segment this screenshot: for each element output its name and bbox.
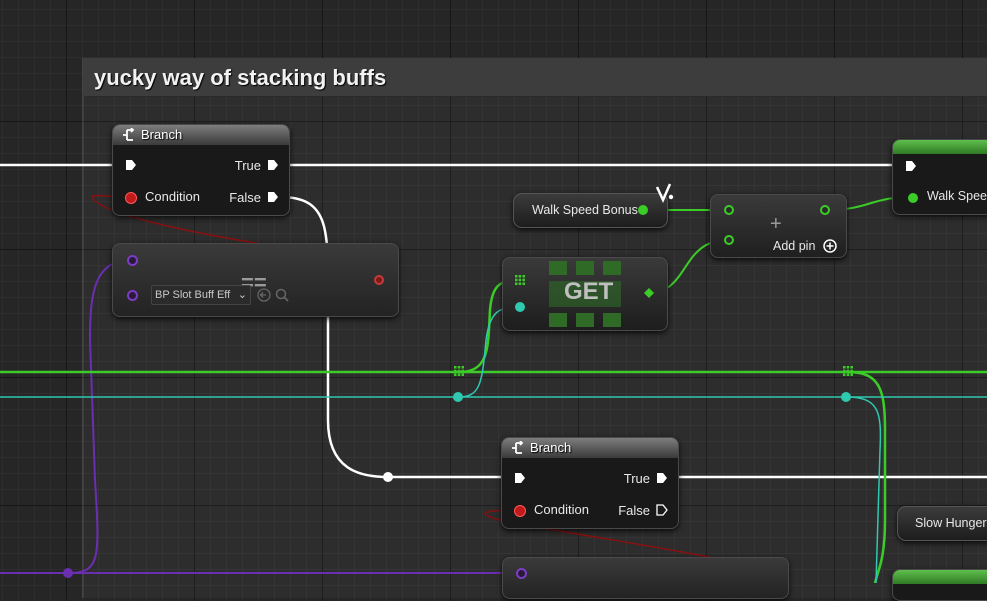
exec-false-pin[interactable] [656, 504, 668, 516]
arrow-left-icon[interactable] [257, 288, 271, 302]
exec-in-pin[interactable] [125, 159, 137, 171]
float-output-pin[interactable] [638, 205, 648, 215]
exec-wire-false [279, 195, 508, 479]
array-reroute-icon[interactable] [454, 366, 464, 376]
condition-label: Condition [145, 189, 200, 204]
condition-pin[interactable] [125, 192, 137, 204]
array-reroute-icon[interactable] [843, 366, 853, 376]
teal-wire-down [845, 396, 882, 583]
exec-true-pin[interactable] [656, 472, 668, 484]
slow-hunger-node[interactable]: Slow Hunger [897, 506, 987, 541]
get-label: GET [564, 278, 614, 305]
slow-hunger-label: Slow Hunger [915, 516, 987, 530]
dropdown-value: BP Slot Buff Eff [155, 289, 231, 301]
branch-node-header[interactable]: Branch [502, 438, 678, 458]
true-label: True [623, 471, 650, 486]
exec-reroute-knot [383, 472, 393, 482]
float-input-b-pin[interactable] [724, 235, 734, 245]
branch-icon [512, 441, 524, 454]
exec-in-pin[interactable] [514, 472, 526, 484]
equal-node-bottom[interactable] [502, 557, 789, 599]
branch-node-bottom[interactable]: Branch True Condition False [501, 437, 679, 529]
condition-pin[interactable] [514, 505, 526, 517]
false-label: False [229, 190, 261, 205]
index-input-pin[interactable] [515, 302, 525, 312]
teal-reroute-knot-1 [453, 392, 463, 402]
false-label: False [618, 503, 650, 518]
condition-label: Condition [534, 502, 589, 517]
branch-title: Branch [141, 127, 183, 142]
teal-reroute-knot-2 [841, 392, 851, 402]
bool-output-pin[interactable] [374, 275, 384, 285]
set-walk-speed-node[interactable]: Walk Speed [892, 139, 987, 215]
float-output-pin[interactable] [644, 288, 654, 298]
add-node[interactable]: + Add pin [710, 194, 847, 258]
exec-in-pin[interactable] [905, 160, 917, 172]
exec-true-pin[interactable] [267, 159, 279, 171]
object-pin-a[interactable] [516, 568, 527, 579]
branch-title: Branch [530, 440, 572, 455]
set-node-bottom[interactable] [892, 569, 987, 601]
object-pin-a[interactable] [127, 255, 138, 266]
buff-class-dropdown[interactable]: BP Slot Buff Eff ⌄ [151, 285, 251, 305]
walk-speed-label: Walk Speed [927, 189, 987, 203]
true-label: True [234, 158, 261, 173]
branch-node-top[interactable]: Branch True Condition False [112, 124, 290, 216]
float-input-pin[interactable] [908, 193, 918, 203]
branch-icon [123, 128, 135, 141]
add-symbol: + [770, 213, 782, 235]
set-node-header [893, 140, 987, 154]
object-reroute-knot [63, 568, 73, 578]
branch-node-header[interactable]: Branch [113, 125, 289, 145]
variable-icon [655, 183, 674, 204]
walk-speed-bonus-label: Walk Speed Bonus [532, 203, 638, 217]
float-input-a-pin[interactable] [724, 205, 734, 215]
array-input-pin[interactable] [515, 275, 525, 285]
chevron-down-icon: ⌄ [237, 289, 247, 301]
object-pin-b[interactable] [127, 290, 138, 301]
get-node[interactable]: GET [502, 257, 668, 331]
magnifier-icon[interactable] [275, 288, 289, 302]
add-circle-icon[interactable] [823, 239, 837, 253]
float-output-pin[interactable] [820, 205, 830, 215]
exec-false-pin[interactable] [267, 191, 279, 203]
set-node-header [893, 570, 987, 584]
add-pin-label[interactable]: Add pin [773, 239, 815, 253]
equal-node[interactable]: == BP Slot Buff Eff ⌄ [112, 243, 399, 317]
walk-speed-bonus-node[interactable]: Walk Speed Bonus [513, 193, 668, 228]
